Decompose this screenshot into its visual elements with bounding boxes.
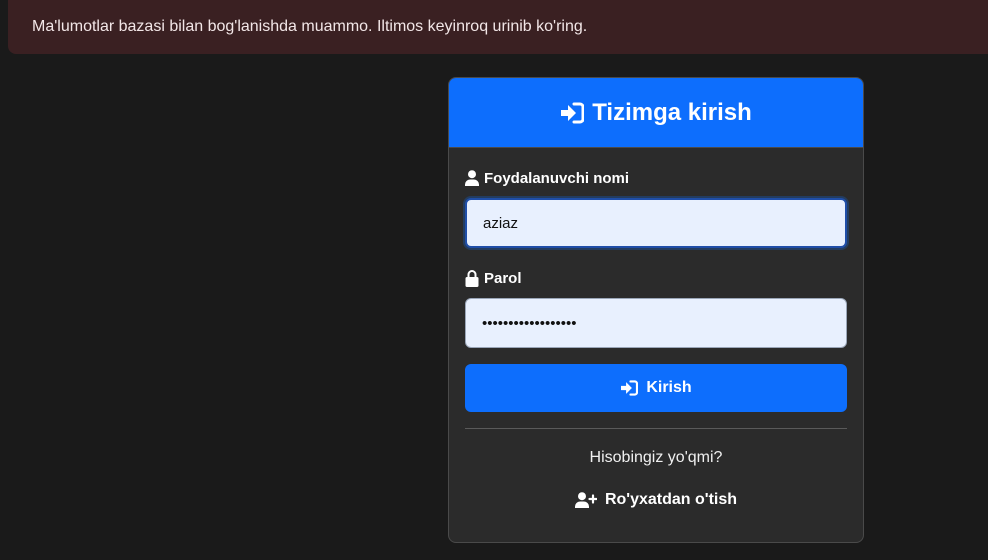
login-card: Tizimga kirish Foydalanuvchi nomi Pa <box>448 77 864 543</box>
error-alert: Ma'lumotlar bazasi bilan bog'lanishda mu… <box>8 0 988 54</box>
password-label: Parol <box>465 268 847 288</box>
password-input[interactable] <box>465 298 847 348</box>
password-label-text: Parol <box>484 269 522 287</box>
register-link-label: Ro'yxatdan o'tish <box>604 491 738 508</box>
register-link[interactable]: Ro'yxatdan o'tish <box>465 491 847 509</box>
username-label-text: Foydalanuvchi nomi <box>484 169 630 187</box>
sign-in-icon <box>560 102 585 124</box>
login-button[interactable]: Kirish <box>465 364 847 412</box>
no-account-text: Hisobingiz yo'qmi? <box>589 449 723 466</box>
login-button-label: Kirish <box>646 379 692 396</box>
card-title: Tizimga kirish <box>560 99 752 127</box>
user-icon <box>465 170 479 186</box>
user-plus-icon <box>574 492 597 508</box>
sign-in-icon <box>620 380 639 396</box>
page-title: Tizimga kirish <box>592 98 752 126</box>
alert-message: Ma'lumotlar bazasi bilan bog'lanishda mu… <box>32 18 588 35</box>
username-input[interactable] <box>465 198 847 248</box>
lock-icon <box>465 269 479 287</box>
login-form: Foydalanuvchi nomi Parol K <box>449 148 863 509</box>
card-header: Tizimga kirish <box>449 78 863 148</box>
username-label: Foydalanuvchi nomi <box>465 168 847 188</box>
